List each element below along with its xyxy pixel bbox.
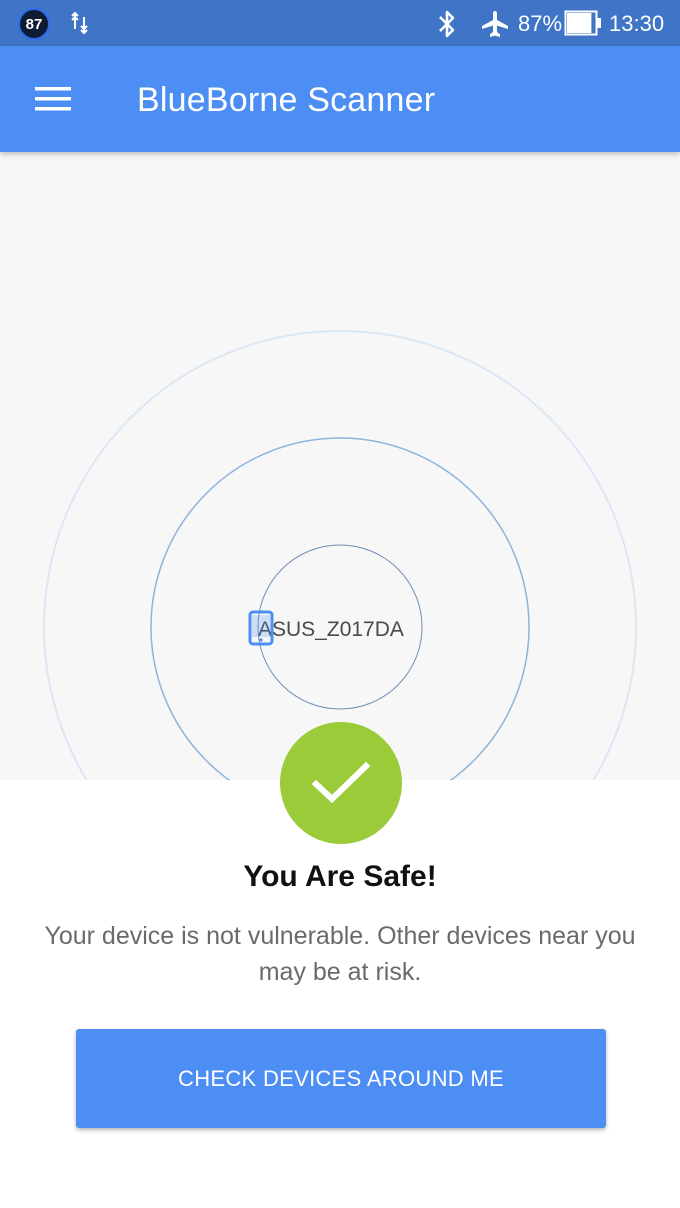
device-name: ASUS_Z017DA (258, 618, 404, 641)
notification-badge: 87 (18, 8, 50, 40)
checkmark-icon (311, 761, 371, 804)
radar-ring-outer (43, 330, 637, 780)
status-bar: 87 87% 13:30 (0, 0, 680, 46)
menu-button[interactable] (20, 76, 86, 122)
result-title: You Are Safe! (243, 860, 437, 893)
phone-icon (248, 610, 274, 646)
safe-status-badge (280, 722, 402, 844)
scanned-device[interactable]: ASUS_Z017DA (248, 610, 404, 650)
airplane-icon (480, 10, 510, 43)
app-bar: BlueBorne Scanner (0, 46, 680, 152)
result-panel (0, 780, 680, 1208)
radar-area: ASUS_Z017DA (0, 152, 680, 780)
clock: 13:30 (609, 11, 665, 36)
app-title: BlueBorne Scanner (137, 81, 436, 119)
battery-percent: 87% (518, 11, 563, 36)
result-description: Your device is not vulnerable. Other dev… (44, 922, 636, 986)
bluetooth-icon (436, 9, 458, 44)
screen: 87 87% 13:30 BlueBorne Scanner ASUS_Z017… (0, 0, 680, 1208)
sync-icon (70, 11, 90, 40)
battery-icon (564, 10, 602, 41)
check-devices-button[interactable]: CHECK DEVICES AROUND ME (76, 1029, 606, 1128)
radar-rings (43, 330, 637, 780)
hamburger-menu-icon (35, 87, 71, 111)
